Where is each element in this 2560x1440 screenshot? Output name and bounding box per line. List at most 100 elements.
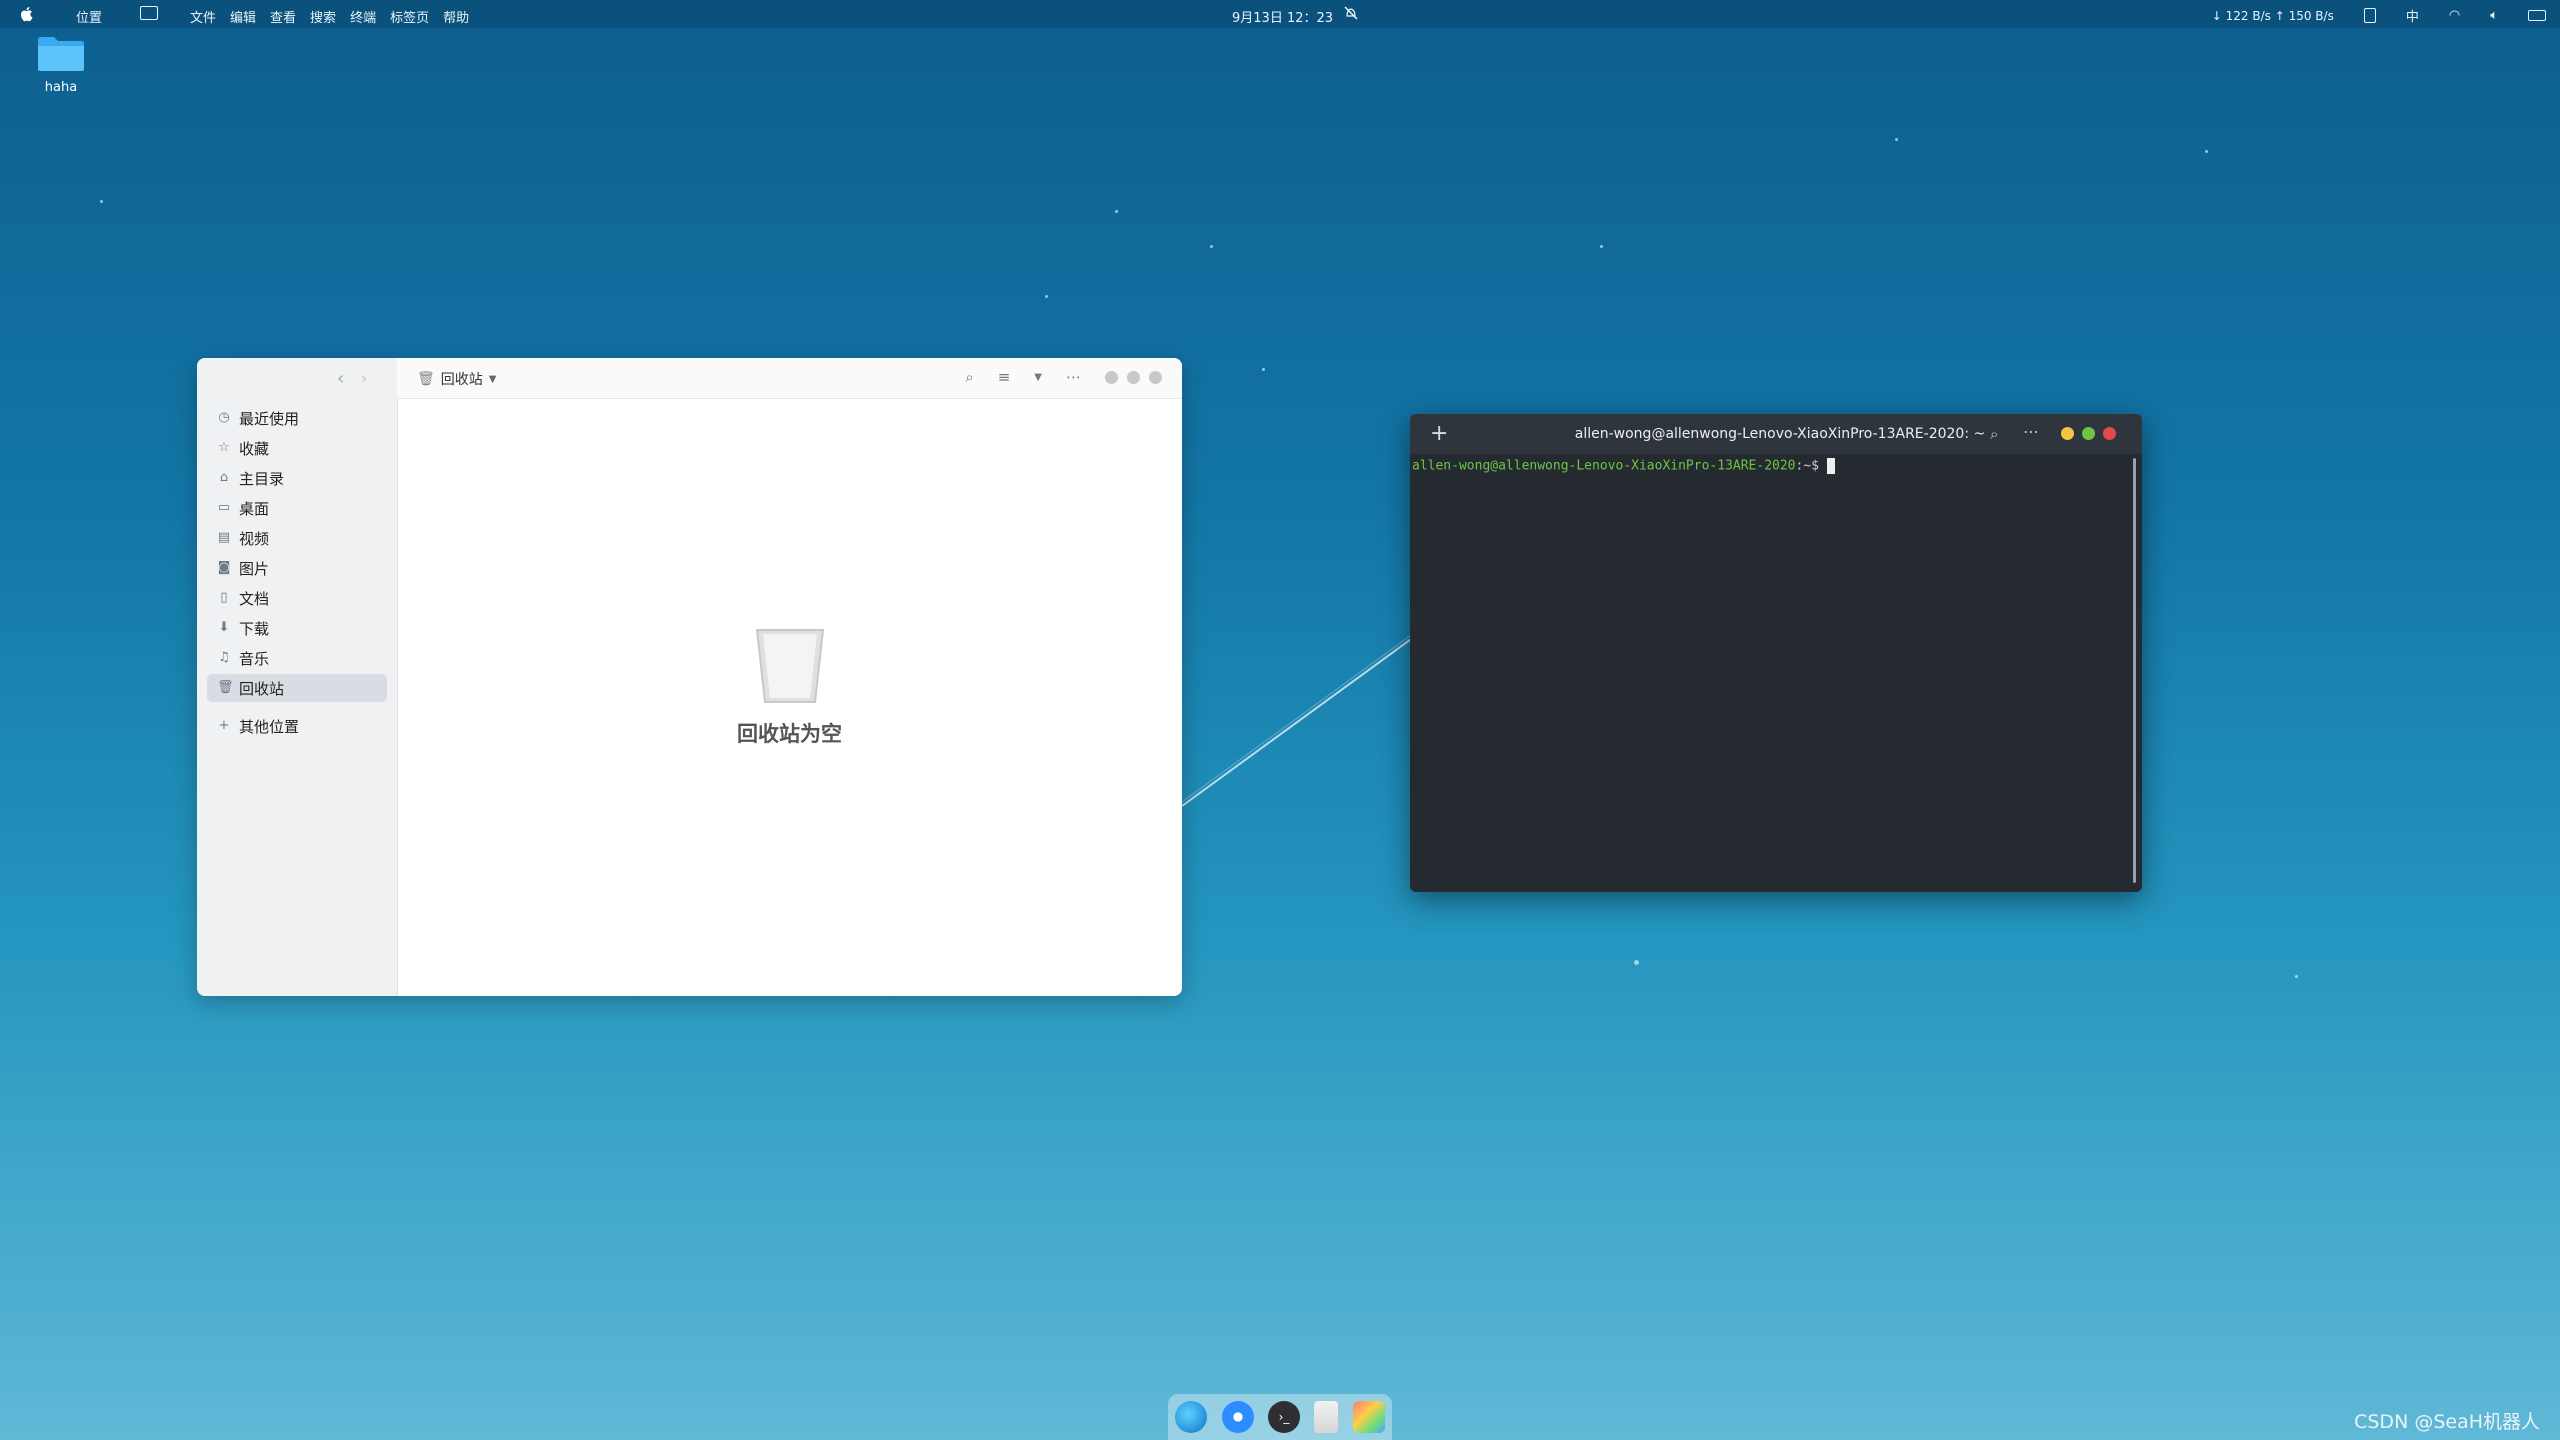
sidebar-item-trash[interactable]: 🗑︎ 回收站 [207,674,387,702]
close-button[interactable] [2103,427,2116,440]
dock: ›_ [1168,1394,1392,1440]
prompt-suffix: :~$ [1795,458,1819,474]
star [2205,150,2208,153]
terminal-title: allen-wong@allenwong-Lenovo-XiaoXinPro-1… [1574,426,1986,442]
terminal-body[interactable]: allen-wong@allenwong-Lenovo-XiaoXinPro-1… [1412,458,2142,892]
forward-icon[interactable]: › [360,368,367,389]
menu-tabs[interactable]: 标签页 [390,7,429,26]
clock-icon: ◷ [218,410,230,425]
breadcrumb[interactable]: 🗑︎ 回收站 ▼ [417,369,496,389]
file-manager-window: ‹ › ◷ 最近使用 ☆ 收藏 ⌂ 主目录 ▭ 桌面 ▤ 视频 ◙ 图片 ▯ 文档 ⬇ 下载 ♫… [197,358,1182,996]
sidebar-item-documents[interactable]: ▯ 文档 [207,584,387,612]
empty-trash-message: 回收站为空 [737,722,842,746]
terminal-app-icon[interactable] [140,6,158,20]
wifi-icon[interactable]: ◠ [2449,8,2460,23]
star [100,200,103,203]
menu-file[interactable]: 文件 [190,7,216,26]
plus-icon: + [218,718,230,733]
terminal-icon[interactable]: ›_ [1267,1401,1300,1433]
empty-state: 回收站为空 [397,628,1182,748]
search-icon[interactable]: ⌕ [1990,425,1998,443]
minimize-button[interactable] [2061,427,2074,440]
new-tab-button[interactable]: + [1430,421,1448,446]
volume-icon[interactable]: 🔈︎ [2490,8,2498,23]
sidebar-item-label: 视频 [239,529,270,548]
menu-help[interactable]: 帮助 [443,7,469,26]
video-icon: ▤ [217,530,231,545]
apple-icon[interactable] [18,5,36,23]
desktop-folder[interactable]: haha [30,36,92,95]
music-icon: ♫ [218,650,230,665]
breadcrumb-label: 回收站 [440,372,483,388]
input-method-indicator[interactable]: 中 [2406,6,2419,25]
search-icon[interactable]: ⌕ [965,368,973,386]
sidebar-item-label: 图片 [239,559,270,578]
sidebar-item-desktop[interactable]: ▭ 桌面 [207,494,387,522]
sidebar-item-downloads[interactable]: ⬇ 下载 [207,614,387,642]
chevron-down-icon[interactable]: ▼ [1034,372,1042,383]
minimize-button[interactable] [1105,370,1118,384]
back-icon[interactable]: ‹ [337,368,344,389]
file-manager-headerbar: 🗑︎ 回收站 ▼ ⌕ ≡ ▼ ⋯ [397,358,1182,399]
clock[interactable]: 9月13日 12：23 [1232,7,1333,26]
light-streak [1181,630,1419,807]
menu-edit[interactable]: 编辑 [230,7,256,26]
menu-terminal[interactable]: 终端 [350,7,376,26]
sidebar-item-label: 主目录 [239,469,285,488]
desktop-icon: ▭ [217,500,231,515]
status-area: ↓ 122 B/s ↑ 150 B/s 中 ◠ 🔈︎ [2212,6,2546,25]
maximize-button[interactable] [2082,427,2095,440]
sidebar-item-home[interactable]: ⌂ 主目录 [207,464,387,492]
clipboard-icon[interactable] [2363,8,2376,23]
star [1210,245,1213,248]
star [2295,975,2298,978]
cursor [1827,458,1835,474]
places-menu[interactable]: 位置 [76,7,102,26]
list-view-icon[interactable]: ≡ [998,368,1011,386]
sidebar-item-other-locations[interactable]: + 其他位置 [207,712,387,740]
toolbar: ⌕ ≡ ▼ ⋯ [965,368,1162,386]
sidebar-item-starred[interactable]: ☆ 收藏 [207,434,387,462]
camera-icon: ◙ [217,560,231,575]
folder-label: haha [44,80,78,95]
terminal-window: + allen-wong@allenwong-Lenovo-XiaoXinPro… [1410,414,2142,892]
sidebar-item-music[interactable]: ♫ 音乐 [207,644,387,672]
sidebar-item-label: 回收站 [239,679,285,698]
sidebar-item-label: 收藏 [239,439,270,458]
menu-view[interactable]: 查看 [270,7,296,26]
window-controls [1105,370,1162,384]
sidebar-item-label: 其他位置 [239,717,300,736]
trash-icon[interactable] [1314,1401,1339,1433]
sidebar-item-pictures[interactable]: ◙ 图片 [207,554,387,582]
network-speed: ↓ 122 B/s ↑ 150 B/s [2211,8,2334,23]
terminal-headerbar: + allen-wong@allenwong-Lenovo-XiaoXinPro… [1410,414,2142,454]
sidebar-item-recent[interactable]: ◷ 最近使用 [207,404,387,432]
sidebar-item-label: 桌面 [239,499,270,518]
more-icon[interactable]: ⋯ [2023,422,2039,441]
launcher-icon[interactable] [1352,1401,1385,1433]
watermark: CSDN @SeaH机器人 [2354,1411,2540,1433]
trash-bin-icon [755,629,824,703]
sidebar-item-videos[interactable]: ▤ 视频 [207,524,387,552]
finder-icon[interactable] [1221,1401,1254,1433]
trash-icon: 🗑︎ [417,371,435,387]
menu-search[interactable]: 搜索 [310,7,336,26]
scrollbar[interactable] [2133,458,2136,883]
more-icon[interactable]: ⋯ [1066,368,1081,386]
star [1115,210,1118,213]
download-icon: ⬇ [218,620,230,635]
home-icon: ⌂ [219,470,229,485]
sidebar-item-label: 最近使用 [239,409,300,428]
battery-icon[interactable] [2528,10,2546,21]
browser-edge-icon[interactable] [1175,1401,1208,1433]
nav-buttons: ‹ › [337,368,367,389]
maximize-button[interactable] [1127,370,1140,384]
app-menubar: 文件 编辑 查看 搜索 终端 标签页 帮助 [190,7,469,26]
star [1262,368,1265,371]
chevron-down-icon: ▼ [488,373,497,385]
notifications-off-icon[interactable] [1343,5,1359,21]
sidebar: ‹ › ◷ 最近使用 ☆ 收藏 ⌂ 主目录 ▭ 桌面 ▤ 视频 ◙ 图片 ▯ 文档 ⬇ 下载 ♫… [197,358,398,996]
star [1634,960,1639,965]
prompt-user: allen-wong@allenwong-Lenovo-XiaoXinPro-1… [1412,458,1796,474]
close-button[interactable] [1149,370,1162,384]
